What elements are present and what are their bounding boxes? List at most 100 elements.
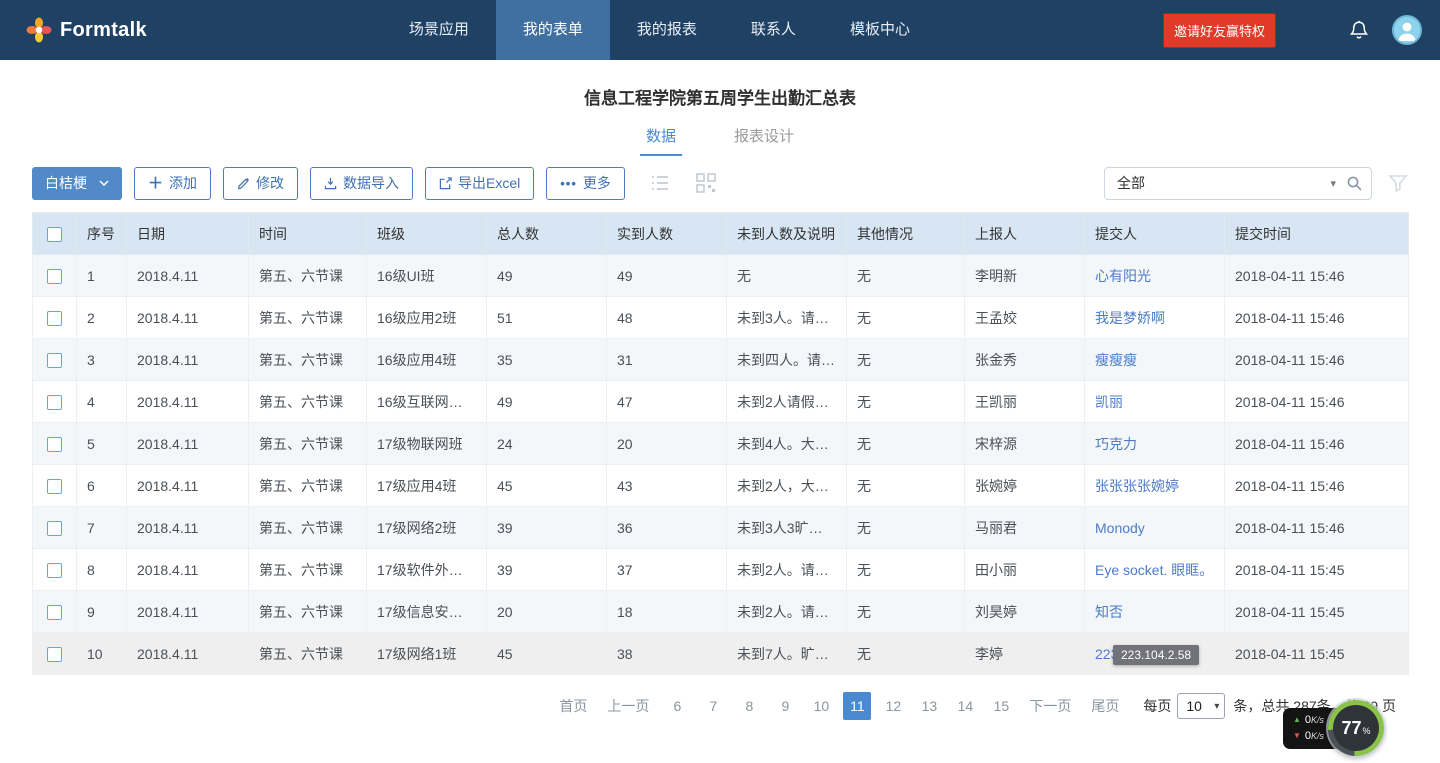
usage-gauge[interactable]: 77% [1328, 700, 1384, 756]
submitter-link[interactable]: Monody [1095, 520, 1145, 536]
pagination-page[interactable]: 15 [987, 692, 1015, 720]
row-checkbox[interactable] [47, 353, 62, 368]
submitter-link[interactable]: 张张张张婉婷 [1095, 478, 1179, 494]
ip-tooltip: 223.104.2.58 [1113, 645, 1199, 665]
export-excel-button[interactable]: 导出Excel [425, 167, 534, 200]
search-box[interactable]: ▾ [1104, 167, 1372, 200]
submitter-link[interactable]: 凯丽 [1095, 394, 1123, 410]
nav-item[interactable]: 联系人 [724, 0, 823, 60]
row-checkbox[interactable] [47, 311, 62, 326]
view-tab[interactable]: 数据 [640, 125, 682, 156]
filter-funnel-icon[interactable] [1388, 173, 1408, 193]
search-input[interactable] [1117, 175, 1330, 191]
nav-item[interactable]: 场景应用 [382, 0, 496, 60]
qr-code-icon[interactable] [695, 172, 717, 194]
table-row[interactable]: 8 2018.4.11 第五、六节课 17级软件外包班 39 37 未到2人。请… [33, 549, 1409, 591]
per-page-select[interactable]: 10 ▾ [1177, 693, 1225, 719]
search-icon[interactable] [1346, 175, 1363, 192]
cell-date: 2018.4.11 [127, 297, 249, 339]
table-row[interactable]: 10 2018.4.11 第五、六节课 17级网络1班 45 38 未到7人。旷… [33, 633, 1409, 675]
pagination-page[interactable]: 7 [699, 692, 727, 720]
cell-time: 第五、六节课 [249, 633, 367, 675]
invite-friends-button[interactable]: 邀请好友赢特权 [1163, 13, 1276, 48]
page-title: 信息工程学院第五周学生出勤汇总表 [0, 84, 1440, 109]
cell-time: 第五、六节课 [249, 591, 367, 633]
row-checkbox[interactable] [47, 521, 62, 536]
row-checkbox[interactable] [47, 269, 62, 284]
cell-reporter: 田小丽 [965, 549, 1085, 591]
cell-class: 16级应用2班 [367, 297, 487, 339]
table-row[interactable]: 4 2018.4.11 第五、六节课 16级互联网金融… 49 47 未到2人请… [33, 381, 1409, 423]
more-dots-icon: ••• [560, 177, 577, 190]
pagination-last[interactable]: 尾页 [1081, 696, 1129, 716]
pagination-next[interactable]: 下一页 [1019, 696, 1081, 716]
nav-item[interactable]: 我的报表 [610, 0, 724, 60]
pagination-page[interactable]: 11 [843, 692, 871, 720]
table-row[interactable]: 2 2018.4.11 第五、六节课 16级应用2班 51 48 未到3人。请假… [33, 297, 1409, 339]
column-header-reporter: 上报人 [965, 213, 1085, 255]
edit-button[interactable]: 修改 [223, 167, 298, 200]
cell-submit-time: 2018-04-11 15:46 [1225, 255, 1409, 297]
cell-absent: 未到2人，大赛… [727, 465, 847, 507]
form-selector-button[interactable]: 白桔梗 [32, 167, 122, 200]
submitter-link[interactable]: Eye socket. 眼眶。 [1095, 562, 1213, 578]
table-row[interactable]: 7 2018.4.11 第五、六节课 17级网络2班 39 36 未到3人3旷课… [33, 507, 1409, 549]
pagination-page[interactable]: 12 [879, 692, 907, 720]
cell-actual: 37 [607, 549, 727, 591]
cell-other: 无 [847, 507, 965, 549]
cell-submitter: 巧克力 [1085, 423, 1225, 465]
nav-item[interactable]: 模板中心 [823, 0, 937, 60]
pagination-page[interactable]: 8 [735, 692, 763, 720]
pagination-page[interactable]: 6 [663, 692, 691, 720]
table-row[interactable]: 5 2018.4.11 第五、六节课 17级物联网班 24 20 未到4人。大赛… [33, 423, 1409, 465]
pagination-page[interactable]: 14 [951, 692, 979, 720]
row-checkbox[interactable] [47, 563, 62, 578]
submitter-link[interactable]: 我是梦娇啊 [1095, 310, 1165, 326]
cell-total: 35 [487, 339, 607, 381]
table-row[interactable]: 3 2018.4.11 第五、六节课 16级应用4班 35 31 未到四人。请假… [33, 339, 1409, 381]
data-import-button[interactable]: 数据导入 [310, 167, 413, 200]
row-checkbox[interactable] [47, 437, 62, 452]
cell-other: 无 [847, 549, 965, 591]
row-checkbox[interactable] [47, 479, 62, 494]
formtalk-logo[interactable]: Formtalk [26, 17, 147, 43]
pagination-prev[interactable]: 上一页 [597, 696, 659, 716]
cell-absent: 未到2人请假：… [727, 381, 847, 423]
pagination-page[interactable]: 10 [807, 692, 835, 720]
download-speed-row: ▼ 0K/s [1293, 731, 1324, 742]
row-checkbox[interactable] [47, 605, 62, 620]
pagination-page[interactable]: 9 [771, 692, 799, 720]
pagination-first[interactable]: 首页 [549, 696, 597, 716]
column-header-total: 总人数 [487, 213, 607, 255]
more-button[interactable]: ••• 更多 [546, 167, 625, 200]
cell-reporter: 刘昊婷 [965, 591, 1085, 633]
cell-other: 无 [847, 465, 965, 507]
submitter-link[interactable]: 巧克力 [1095, 436, 1137, 452]
submitter-link[interactable]: 瘦瘦瘦 [1095, 352, 1137, 368]
list-view-icon[interactable] [649, 172, 671, 194]
table-row[interactable]: 9 2018.4.11 第五、六节课 17级信息安全与… 20 18 未到2人。… [33, 591, 1409, 633]
cell-time: 第五、六节课 [249, 255, 367, 297]
cell-actual: 49 [607, 255, 727, 297]
table-row[interactable]: 6 2018.4.11 第五、六节课 17级应用4班 45 43 未到2人，大赛… [33, 465, 1409, 507]
view-tab[interactable]: 报表设计 [728, 125, 800, 156]
gauge-value: 77 [1341, 718, 1361, 739]
search-caret-icon[interactable]: ▾ [1330, 177, 1336, 190]
cell-no: 2 [77, 297, 127, 339]
notification-bell-icon[interactable] [1348, 19, 1370, 41]
column-header-date: 日期 [127, 213, 249, 255]
toolbar: 白桔梗 ＋ 添加 修改 数据导入 导出Excel ••• 更多 [0, 166, 1440, 200]
submitter-link[interactable]: 心有阳光 [1095, 268, 1151, 284]
select-all-checkbox[interactable] [47, 227, 62, 242]
nav-item[interactable]: 我的表单 [496, 0, 610, 60]
cell-total: 39 [487, 549, 607, 591]
add-button[interactable]: ＋ 添加 [134, 167, 211, 200]
table-row[interactable]: 1 2018.4.11 第五、六节课 16级UI班 49 49 无 无 李明新 … [33, 255, 1409, 297]
row-checkbox[interactable] [47, 395, 62, 410]
user-avatar[interactable] [1392, 15, 1422, 45]
submitter-link[interactable]: 知否 [1095, 604, 1123, 620]
upload-arrow-icon: ▲ [1293, 716, 1301, 724]
cell-total: 45 [487, 465, 607, 507]
row-checkbox[interactable] [47, 647, 62, 662]
pagination-page[interactable]: 13 [915, 692, 943, 720]
